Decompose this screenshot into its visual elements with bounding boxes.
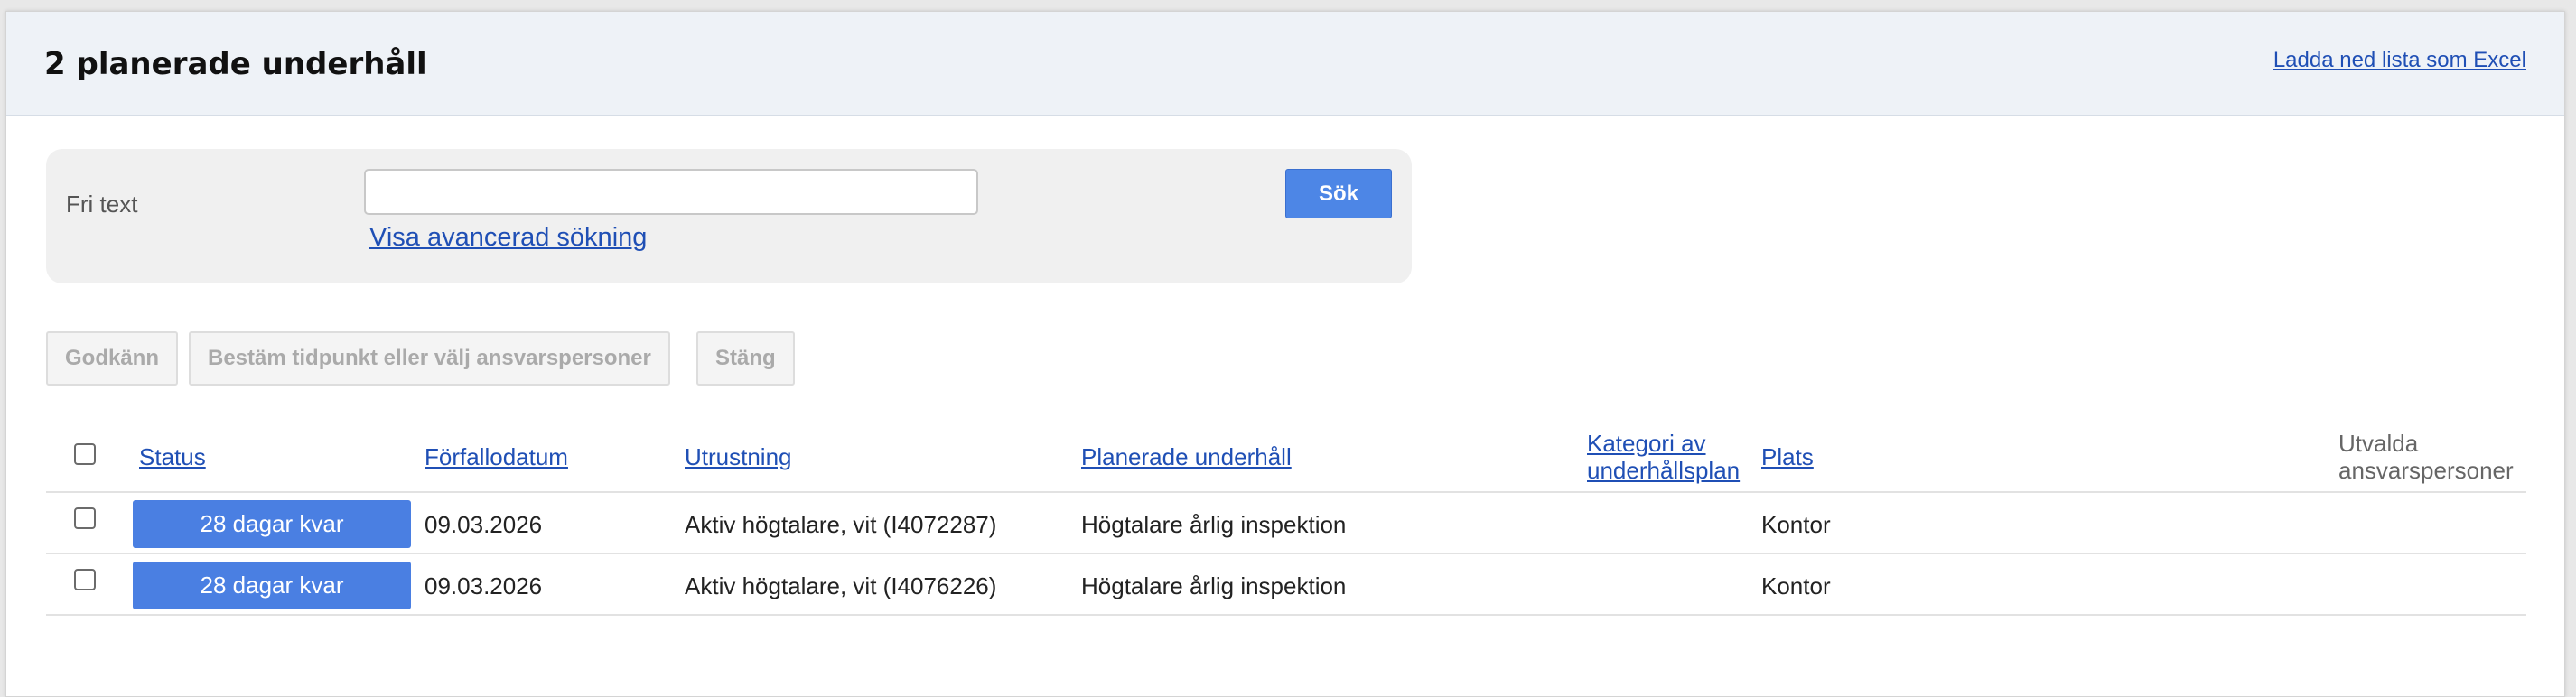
equipment-cell: Aktiv högtalare, vit (I4072287) — [685, 511, 997, 538]
schedule-button[interactable]: Bestäm tidpunkt eller välj ansvarsperson… — [189, 331, 670, 386]
column-equipment[interactable]: Utrustning — [685, 443, 792, 470]
equipment-cell: Aktiv högtalare, vit (I4076226) — [685, 572, 997, 599]
column-responsible-line2: ansvarspersoner — [2338, 457, 2514, 484]
column-status[interactable]: Status — [139, 443, 206, 470]
row-checkbox[interactable] — [74, 507, 96, 529]
column-category-line1: Kategori av — [1587, 430, 1706, 457]
search-panel: Fri text Visa avancerad sökning Sök — [46, 149, 1412, 283]
column-responsible-line1: Utvalda — [2338, 430, 2419, 457]
row-divider — [46, 614, 2526, 616]
page-title: 2 planerade underhåll — [44, 46, 427, 82]
close-button[interactable]: Stäng — [696, 331, 795, 386]
approve-button[interactable]: Godkänn — [46, 331, 179, 386]
planned-maintenance-cell: Högtalare årlig inspektion — [1081, 572, 1347, 599]
due-date-cell: 09.03.2026 — [425, 511, 543, 538]
column-responsible: Utvalda ansvarspersoner — [2338, 430, 2514, 484]
status-badge[interactable]: 28 dagar kvar — [133, 500, 411, 548]
row-checkbox[interactable] — [74, 569, 96, 590]
planned-maintenance-cell: Högtalare årlig inspektion — [1081, 511, 1347, 538]
free-text-input[interactable] — [364, 169, 978, 215]
column-planned-maintenance[interactable]: Planerade underhåll — [1081, 443, 1292, 470]
header-divider — [46, 491, 2526, 493]
free-text-label: Fri text — [66, 191, 138, 218]
select-all-checkbox[interactable] — [74, 443, 96, 465]
panel-header: 2 planerade underhåll Ladda ned lista so… — [6, 12, 2564, 116]
status-badge[interactable]: 28 dagar kvar — [133, 562, 411, 609]
place-cell: Kontor — [1761, 511, 1831, 538]
search-button[interactable]: Sök — [1285, 169, 1392, 218]
maintenance-panel: 2 planerade underhåll Ladda ned lista so… — [5, 11, 2565, 697]
column-due-date[interactable]: Förfallodatum — [425, 443, 568, 470]
due-date-cell: 09.03.2026 — [425, 572, 543, 599]
advanced-search-link[interactable]: Visa avancerad sökning — [369, 223, 647, 253]
column-category[interactable]: Kategori av underhållsplan — [1587, 430, 1740, 484]
download-excel-link[interactable]: Ladda ned lista som Excel — [2273, 48, 2526, 73]
column-place[interactable]: Plats — [1761, 443, 1814, 470]
column-category-line2: underhållsplan — [1587, 457, 1741, 484]
place-cell: Kontor — [1761, 572, 1831, 599]
row-divider — [46, 553, 2526, 554]
